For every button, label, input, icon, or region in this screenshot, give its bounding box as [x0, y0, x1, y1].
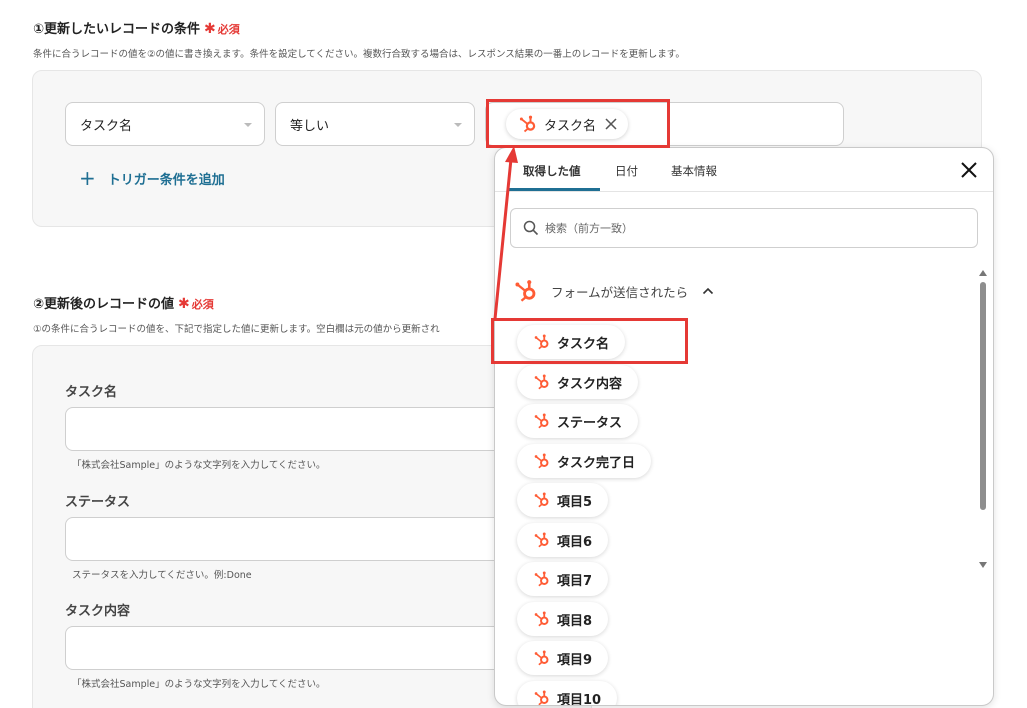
- hubspot-icon: [533, 689, 551, 706]
- list-item[interactable]: 項目6: [517, 523, 609, 557]
- required-star-icon: ✱: [204, 21, 216, 37]
- picker-tabs: 取得した値 日付 基本情報: [495, 148, 993, 192]
- required-label: 必須: [191, 298, 214, 311]
- add-condition-label: トリガー条件を追加: [107, 172, 225, 188]
- active-tab-indicator: [508, 188, 600, 191]
- list-item[interactable]: 項目8: [517, 602, 609, 636]
- task-content-hint: 「株式会社Sample」のような文字列を入力してください。: [72, 679, 326, 690]
- field-label-status: ステータス: [65, 495, 131, 510]
- hubspot-icon: [533, 610, 551, 628]
- list-item[interactable]: タスク完了日: [517, 444, 652, 478]
- hubspot-icon: [533, 412, 551, 430]
- value-picker-popover: 取得した値 日付 基本情報 検索（前方一致） フォームが送信されたら タスク名 …: [494, 147, 994, 706]
- section1-description: 条件に合うレコードの値を②の値に書き換えます。条件を設定してください。複数行合致…: [33, 49, 685, 60]
- condition-operator-select[interactable]: 等しい: [275, 102, 475, 146]
- add-condition-button[interactable]: + トリガー条件を追加: [79, 166, 225, 190]
- highlight-box-list-item: [491, 318, 688, 364]
- task-name-hint: 「株式会社Sample」のような文字列を入力してください。: [72, 460, 326, 471]
- status-input[interactable]: [65, 517, 565, 561]
- plus-icon: +: [79, 166, 96, 190]
- status-hint: ステータスを入力してください。例:Done: [72, 570, 252, 581]
- list-item[interactable]: タスク内容: [517, 365, 639, 399]
- list-item[interactable]: ステータス: [517, 404, 639, 438]
- picker-search-input[interactable]: 検索（前方一致）: [510, 208, 978, 248]
- hubspot-icon: [533, 491, 551, 509]
- picker-scrollbar[interactable]: [979, 270, 987, 690]
- section2-description: ①の条件に合うレコードの値を、下記で指定した値に更新します。空白欄は元の値から更…: [33, 324, 440, 335]
- list-item[interactable]: 項目5: [517, 483, 609, 517]
- list-item[interactable]: 項目9: [517, 641, 609, 675]
- condition-operator-value: 等しい: [290, 118, 330, 134]
- scroll-thumb[interactable]: [980, 282, 986, 510]
- scroll-down-arrow-icon[interactable]: [979, 562, 987, 568]
- chevron-down-icon: [244, 123, 252, 127]
- required-label: 必須: [217, 23, 240, 36]
- hubspot-icon: [533, 452, 551, 470]
- field-label-task-content: タスク内容: [65, 604, 131, 619]
- hubspot-icon: [513, 278, 539, 304]
- group-title: フォームが送信されたら: [551, 284, 689, 300]
- field-label-task-name: タスク名: [65, 385, 118, 400]
- search-placeholder: 検索（前方一致）: [545, 222, 633, 235]
- hubspot-icon: [533, 531, 551, 549]
- hubspot-icon: [533, 373, 551, 391]
- list-item[interactable]: 項目10: [517, 681, 618, 706]
- condition-field-select[interactable]: タスク名: [65, 102, 265, 146]
- section2-title: ②更新後のレコードの値 ✱ 必須: [33, 296, 214, 312]
- list-item[interactable]: 項目7: [517, 562, 609, 596]
- tab-date[interactable]: 日付: [615, 163, 638, 179]
- tab-basic-info[interactable]: 基本情報: [671, 163, 717, 179]
- tab-acquired-values[interactable]: 取得した値: [523, 163, 581, 179]
- hubspot-icon: [533, 649, 551, 667]
- chevron-up-icon: [703, 287, 714, 295]
- chevron-down-icon: [454, 123, 462, 127]
- close-icon[interactable]: [959, 160, 979, 180]
- hubspot-icon: [533, 570, 551, 588]
- task-content-input[interactable]: [65, 626, 565, 670]
- trigger-group-header[interactable]: フォームが送信されたら: [513, 278, 714, 304]
- search-icon: [523, 220, 539, 236]
- scroll-up-arrow-icon[interactable]: [979, 270, 987, 276]
- condition-field-value: タスク名: [80, 118, 133, 134]
- task-name-input[interactable]: [65, 407, 565, 451]
- section1-title: ①更新したいレコードの条件 ✱ 必須: [33, 21, 240, 37]
- highlight-box-value-chip: [486, 99, 670, 148]
- required-star-icon: ✱: [178, 296, 190, 312]
